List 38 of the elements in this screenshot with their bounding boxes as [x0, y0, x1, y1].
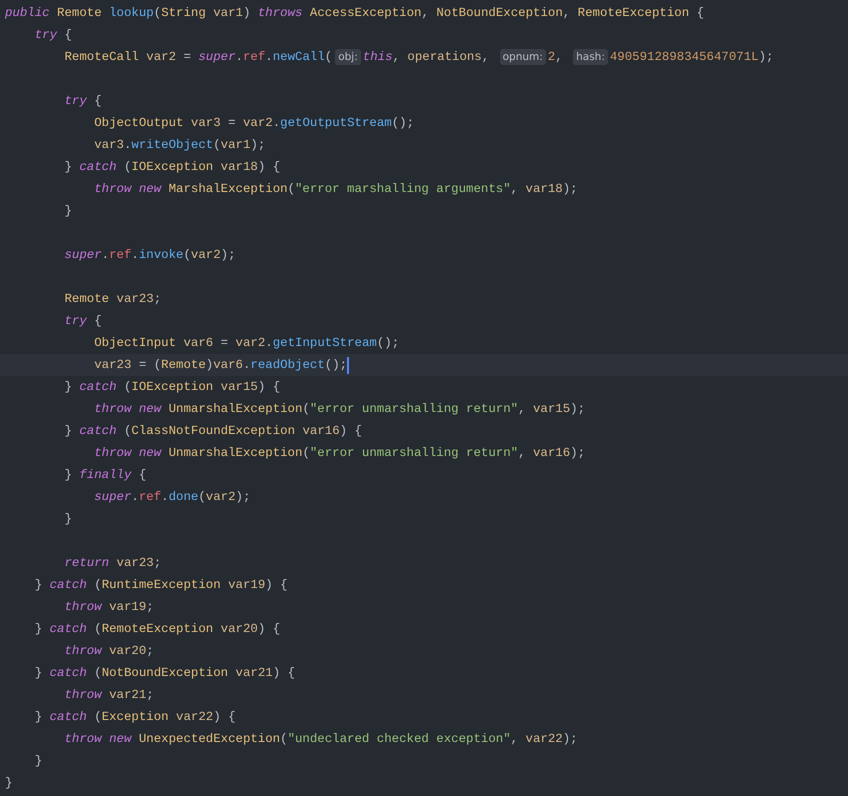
code-line: } catch (IOException var15) {: [63, 379, 282, 396]
code-line: super.ref.invoke(var2);: [63, 247, 237, 264]
code-line: }: [63, 511, 73, 528]
code-line: try {: [63, 93, 103, 110]
code-line: } catch (NotBoundException var21) {: [34, 665, 296, 682]
code-text: RemoteCall var2 = super.ref.newCall(: [63, 49, 332, 66]
code-line: public Remote lookup(String var1) throws AccessException, NotBoundException, RemoteException {: [4, 5, 706, 22]
code-line: }: [34, 753, 44, 770]
code-text: this, operations,: [362, 49, 490, 66]
code-line: throw var19;: [63, 599, 155, 616]
code-line: throw new MarshalException("error marshalling arguments", var18);: [93, 181, 579, 198]
code-line: } catch (Exception var22) {: [34, 709, 237, 726]
code-line: throw new UnmarshalException("error unmarshalling return", var15);: [93, 401, 586, 418]
code-line: } finally {: [63, 467, 148, 484]
parameter-hint: opnum:: [500, 49, 546, 65]
code-line: } catch (ClassNotFoundException var16) {: [63, 423, 363, 440]
code-line: }: [4, 775, 14, 792]
code-line: } catch (IOException var18) {: [63, 159, 282, 176]
code-line: throw new UnexpectedException("undeclared checked exception", var22);: [63, 731, 579, 748]
code-line: throw var21;: [63, 687, 155, 704]
code-line: } catch (RuntimeException var19) {: [34, 577, 289, 594]
code-text: 4905912898345647071L);: [610, 49, 774, 66]
code-line: throw new UnmarshalException("error unmarshalling return", var16);: [93, 445, 586, 462]
text-caret: [347, 356, 350, 374]
code-line: try {: [34, 27, 73, 44]
parameter-hint: hash:: [573, 49, 608, 65]
code-line: return var23;: [63, 555, 162, 572]
code-line: } catch (RemoteException var20) {: [34, 621, 282, 638]
code-line: var3.writeObject(var1);: [93, 137, 266, 154]
code-line: ObjectOutput var3 = var2.getOutputStream();: [93, 115, 416, 132]
code-line: throw var20;: [63, 643, 155, 660]
code-line: try {: [63, 313, 103, 330]
code-line: ObjectInput var6 = var2.getInputStream();: [93, 335, 400, 352]
code-line: }: [63, 203, 73, 220]
code-text: 2,: [548, 49, 564, 66]
code-line: super.ref.done(var2);: [93, 489, 252, 506]
parameter-hint: obj:: [335, 49, 361, 65]
code-line: Remote var23;: [63, 291, 162, 308]
